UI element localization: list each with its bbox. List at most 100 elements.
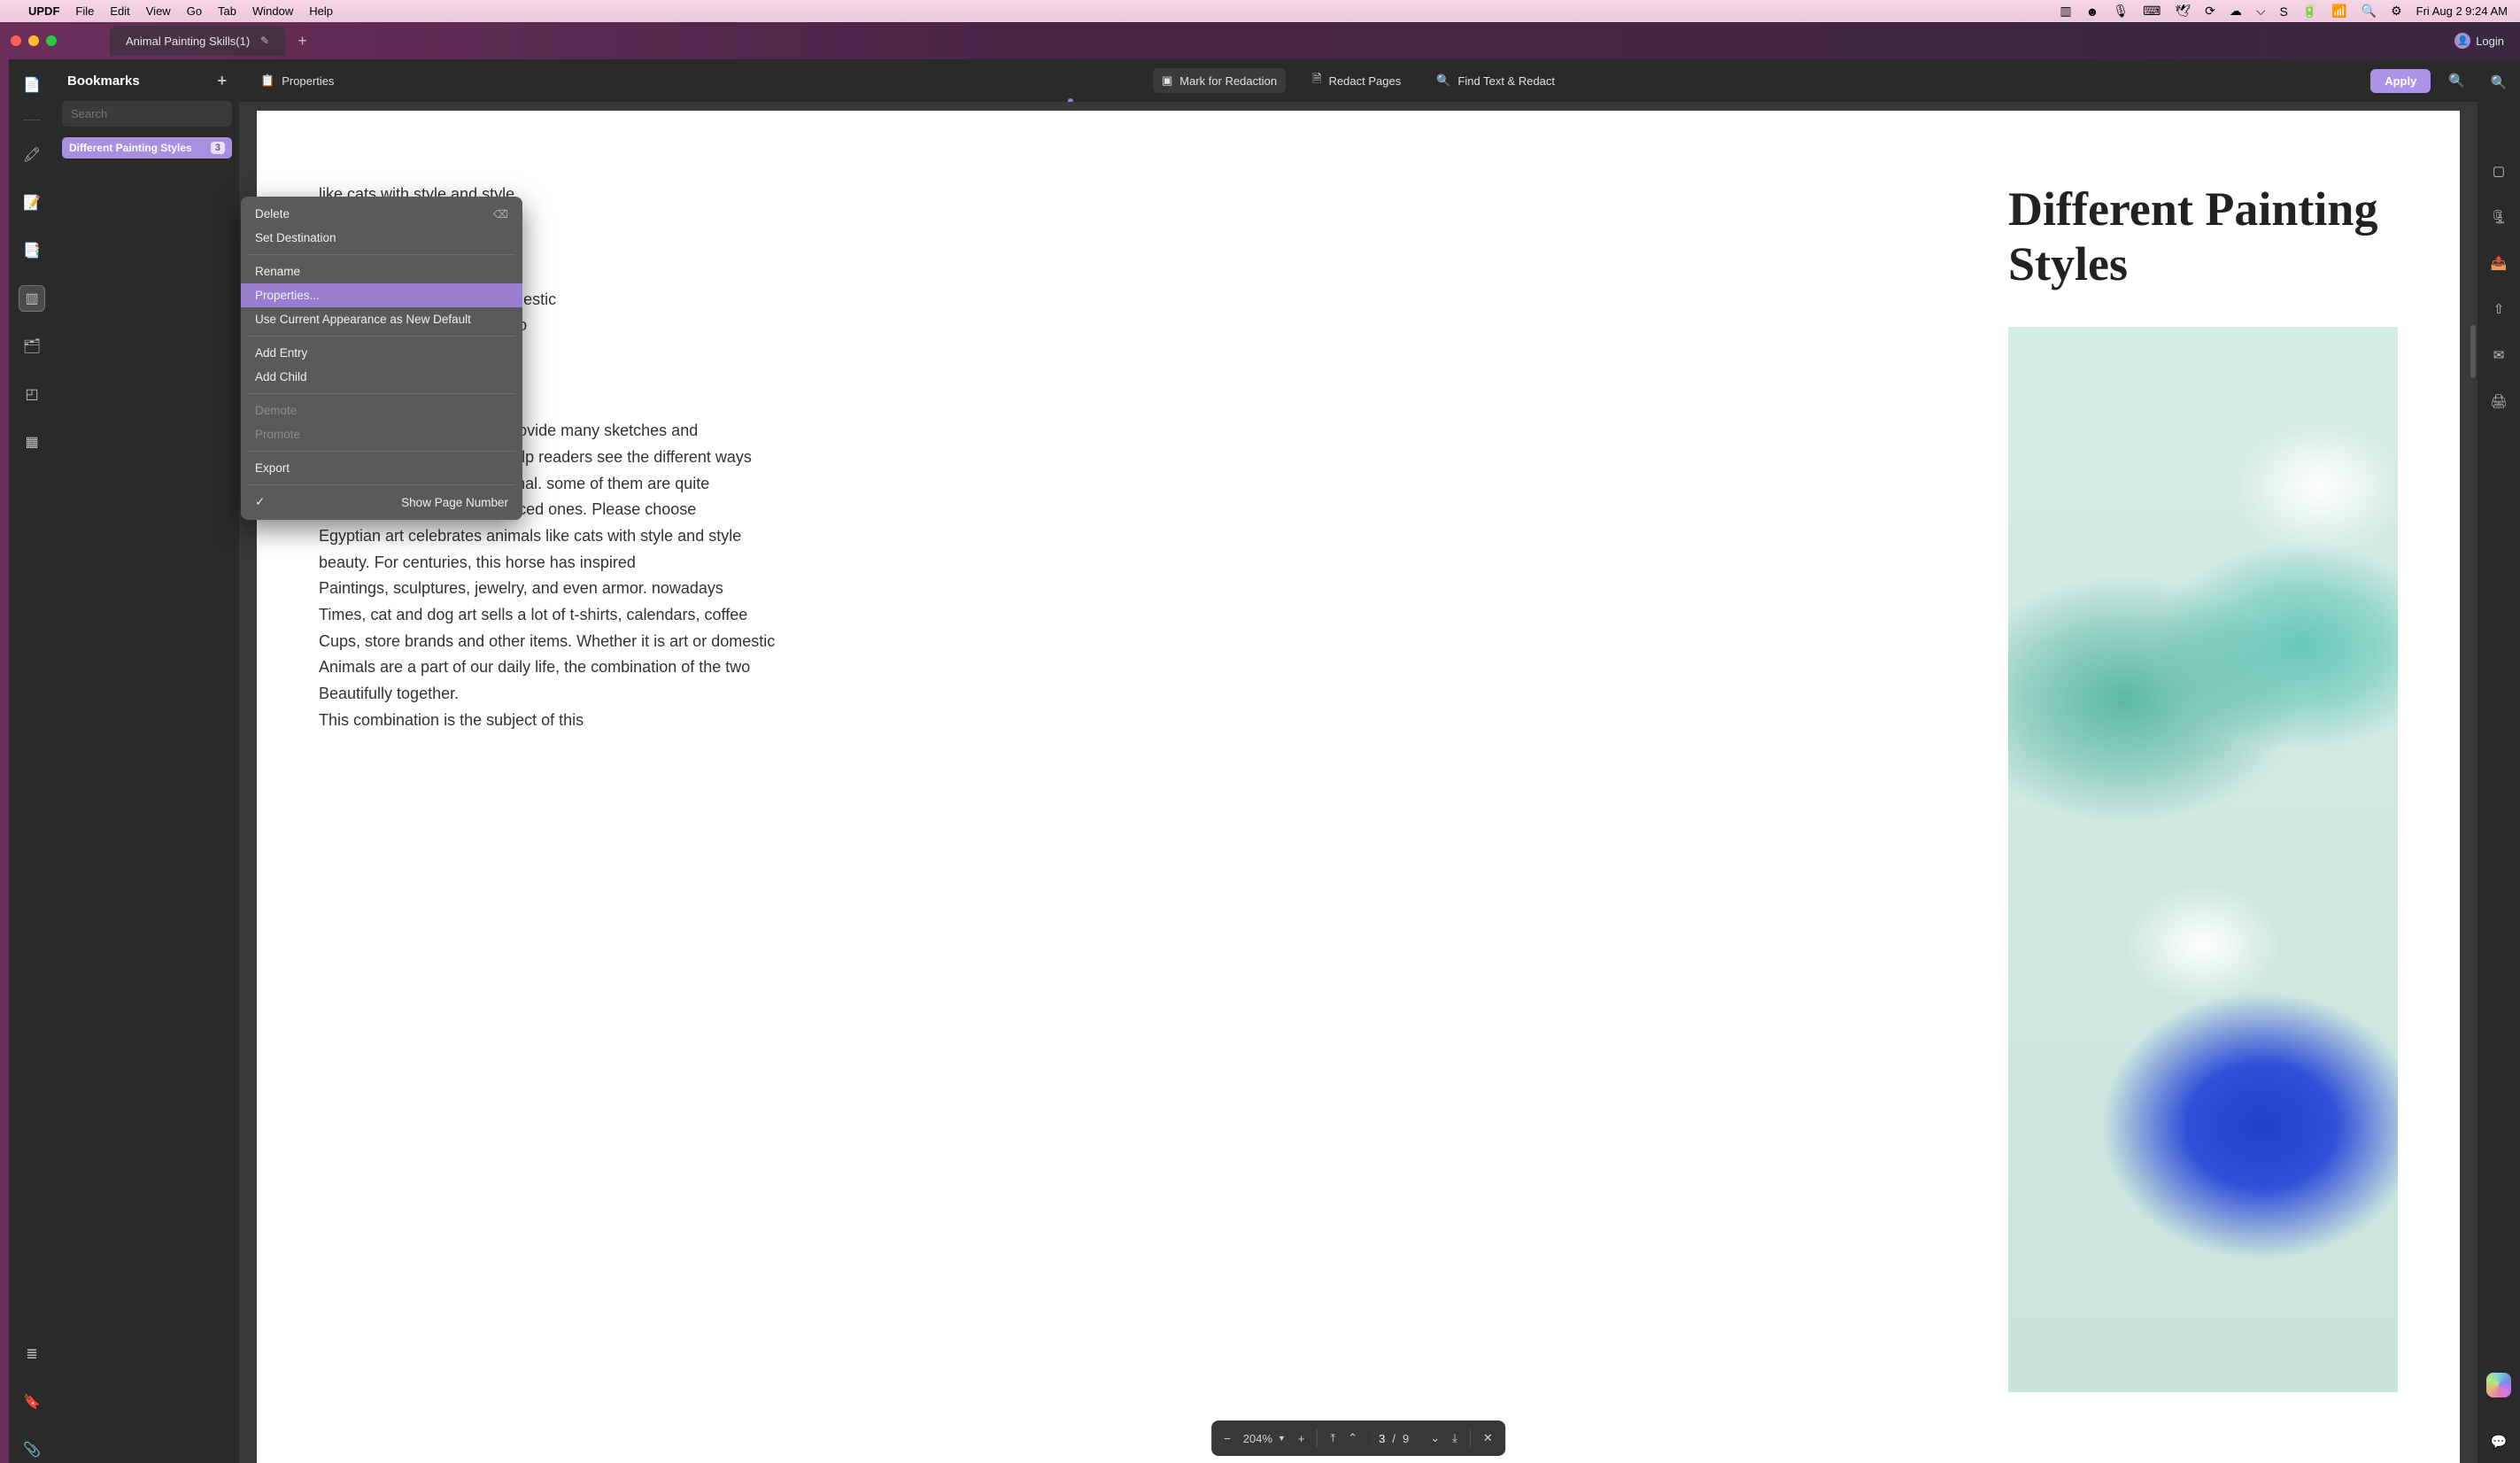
tray-mic-icon[interactable]: 🎙 bbox=[2113, 4, 2129, 19]
cm-separator bbox=[248, 451, 515, 452]
rail-form-icon[interactable]: ▦ bbox=[19, 429, 45, 455]
rail-organize-icon[interactable]: 📑 bbox=[19, 237, 45, 264]
tray-bluetooth-icon[interactable]: ⌵ bbox=[2256, 4, 2266, 19]
zoom-window-button[interactable] bbox=[46, 35, 57, 46]
add-bookmark-button[interactable]: + bbox=[217, 72, 227, 90]
tabbar: Animal Painting Skills(1) ✎ + 👤 Login bbox=[0, 22, 2520, 59]
updf-logo-icon[interactable] bbox=[2486, 1373, 2511, 1397]
cm-show-page-number[interactable]: Show Page Number bbox=[241, 490, 522, 515]
cm-export[interactable]: Export bbox=[241, 456, 522, 480]
rail-bookmark-icon[interactable]: 🔖 bbox=[19, 1389, 45, 1415]
rail-edit-icon[interactable]: 📝 bbox=[19, 190, 45, 216]
mac-menubar: UPDF File Edit View Go Tab Window Help ▥… bbox=[0, 0, 2520, 22]
properties-label: Properties bbox=[282, 74, 334, 88]
page-indicator[interactable]: 3 / 9 bbox=[1370, 1429, 1418, 1448]
cm-delete[interactable]: Delete ⌫ bbox=[241, 202, 522, 226]
tray-search-icon[interactable]: 🔍 bbox=[2362, 4, 2377, 19]
login-button[interactable]: 👤 Login bbox=[2454, 33, 2504, 49]
menu-go[interactable]: Go bbox=[187, 4, 202, 18]
menu-help[interactable]: Help bbox=[309, 4, 333, 18]
rr-print-icon[interactable]: 🖨 bbox=[2488, 391, 2509, 412]
add-tab-button[interactable]: + bbox=[298, 32, 307, 50]
tray-barcode-icon[interactable]: ▥ bbox=[2060, 4, 2071, 19]
close-bar-button[interactable]: ✕ bbox=[1483, 1431, 1493, 1445]
prev-page-button[interactable]: ⌃ bbox=[1348, 1431, 1357, 1445]
cm-set-destination[interactable]: Set Destination bbox=[241, 226, 522, 250]
text-line: Animals are a part of our daily life, th… bbox=[319, 658, 750, 676]
find-redact-icon: 🔍 bbox=[1436, 74, 1450, 88]
rail-reader-icon[interactable]: 📄 bbox=[19, 72, 45, 98]
next-page-button[interactable]: ⌄ bbox=[1430, 1431, 1440, 1445]
tray-face-icon[interactable]: ☻ bbox=[2086, 4, 2099, 19]
menu-edit[interactable]: Edit bbox=[110, 4, 129, 18]
zoom-in-button[interactable]: + bbox=[1298, 1432, 1305, 1445]
menu-tab[interactable]: Tab bbox=[218, 4, 236, 18]
cm-delete-label: Delete bbox=[255, 207, 290, 221]
app-body: 📄 🖍 📝 📑 ▥ 🗂 ◰ ▦ ≣ 🔖 📎 Bookmarks + Differ… bbox=[9, 59, 2520, 1463]
menu-view[interactable]: View bbox=[146, 4, 171, 18]
tray-control-center-icon[interactable]: ⚙ bbox=[2391, 4, 2402, 19]
rr-feedback-icon[interactable]: 💬 bbox=[2488, 1431, 2509, 1452]
cm-use-default[interactable]: Use Current Appearance as New Default bbox=[241, 307, 522, 331]
tray-battery-icon[interactable]: 🔋 bbox=[2302, 4, 2317, 19]
redact-pages-button[interactable]: 🗎 Redact Pages bbox=[1303, 66, 1410, 96]
first-page-button[interactable]: ⤒ bbox=[1331, 1431, 1336, 1445]
vertical-scrollbar[interactable] bbox=[2470, 325, 2476, 378]
bookmarks-title: Bookmarks bbox=[67, 74, 140, 89]
mark-redaction-button[interactable]: ▣ Mark for Redaction bbox=[1153, 68, 1286, 93]
zoom-display[interactable]: 204% ▼ bbox=[1243, 1432, 1286, 1445]
chevron-down-icon: ▼ bbox=[1278, 1434, 1286, 1443]
tray-s-icon[interactable]: S bbox=[2279, 4, 2287, 19]
menubar-timestamp[interactable]: Fri Aug 2 9:24 AM bbox=[2416, 4, 2508, 18]
rr-mail-icon[interactable]: ✉ bbox=[2488, 344, 2509, 366]
cm-add-child-label: Add Child bbox=[255, 370, 307, 383]
tray-bird-icon[interactable]: 🕊 bbox=[2175, 4, 2191, 19]
last-page-button[interactable]: ⤓ bbox=[1452, 1431, 1457, 1445]
minimize-window-button[interactable] bbox=[28, 35, 39, 46]
avatar-icon: 👤 bbox=[2454, 33, 2470, 49]
rr-search-icon[interactable]: 🔍 bbox=[2488, 72, 2509, 93]
page-text-column: like cats with style and style has inspi… bbox=[319, 182, 1964, 1392]
cm-separator bbox=[248, 484, 515, 485]
cm-set-destination-label: Set Destination bbox=[255, 231, 336, 244]
menu-window[interactable]: Window bbox=[252, 4, 293, 18]
tray-wifi-icon[interactable]: 📶 bbox=[2331, 4, 2346, 19]
current-page: 3 bbox=[1379, 1432, 1385, 1445]
backspace-icon: ⌫ bbox=[493, 208, 508, 221]
cm-add-entry[interactable]: Add Entry bbox=[241, 341, 522, 365]
rail-layers-icon[interactable]: ≣ bbox=[19, 1341, 45, 1367]
close-window-button[interactable] bbox=[11, 35, 21, 46]
rail-crop-icon[interactable]: ◰ bbox=[19, 381, 45, 407]
rr-compress-icon[interactable]: 🗜 bbox=[2488, 206, 2509, 228]
search-icon[interactable]: 🔍 bbox=[2448, 73, 2465, 89]
window-controls bbox=[7, 35, 57, 46]
rail-highlight-icon[interactable]: 🖍 bbox=[19, 142, 45, 168]
tray-sync-icon[interactable]: ⟳ bbox=[2205, 4, 2215, 19]
text-line: Beautifully together. bbox=[319, 685, 459, 702]
redact-pages-label: Redact Pages bbox=[1329, 74, 1402, 88]
zoom-out-button[interactable]: − bbox=[1224, 1432, 1231, 1445]
document-tab[interactable]: Animal Painting Skills(1) ✎ bbox=[110, 26, 285, 56]
tray-keyboard-icon[interactable]: ⌨ bbox=[2143, 4, 2161, 19]
cm-rename[interactable]: Rename bbox=[241, 259, 522, 283]
menubar-appname[interactable]: UPDF bbox=[28, 4, 59, 18]
cm-add-child[interactable]: Add Child bbox=[241, 365, 522, 389]
bookmarks-search-input[interactable] bbox=[62, 101, 232, 127]
text-line: Paintings, sculptures, jewelry, and even… bbox=[319, 579, 723, 597]
apply-button[interactable]: Apply bbox=[2370, 69, 2431, 93]
cm-demote-label: Demote bbox=[255, 404, 297, 417]
rr-ocr-icon[interactable]: ▢ bbox=[2488, 160, 2509, 182]
menu-file[interactable]: File bbox=[75, 4, 94, 18]
find-redact-button[interactable]: 🔍 Find Text & Redact bbox=[1427, 68, 1564, 93]
rr-export-icon[interactable]: 📤 bbox=[2488, 252, 2509, 274]
rr-share-icon[interactable]: ⇧ bbox=[2488, 298, 2509, 320]
cm-promote: Promote bbox=[241, 422, 522, 446]
rail-attachment-icon[interactable]: 📎 bbox=[19, 1436, 45, 1463]
tray-cloud-icon[interactable]: ☁ bbox=[2230, 4, 2242, 19]
cm-properties[interactable]: Properties... bbox=[241, 283, 522, 307]
rail-tools-icon[interactable]: 🗂 bbox=[19, 333, 45, 360]
document-viewport[interactable]: like cats with style and style has inspi… bbox=[239, 102, 2477, 1463]
properties-button[interactable]: 📋 Properties bbox=[251, 68, 343, 93]
rail-redact-icon[interactable]: ▥ bbox=[19, 285, 45, 312]
bookmark-item[interactable]: Different Painting Styles 3 bbox=[62, 137, 232, 159]
